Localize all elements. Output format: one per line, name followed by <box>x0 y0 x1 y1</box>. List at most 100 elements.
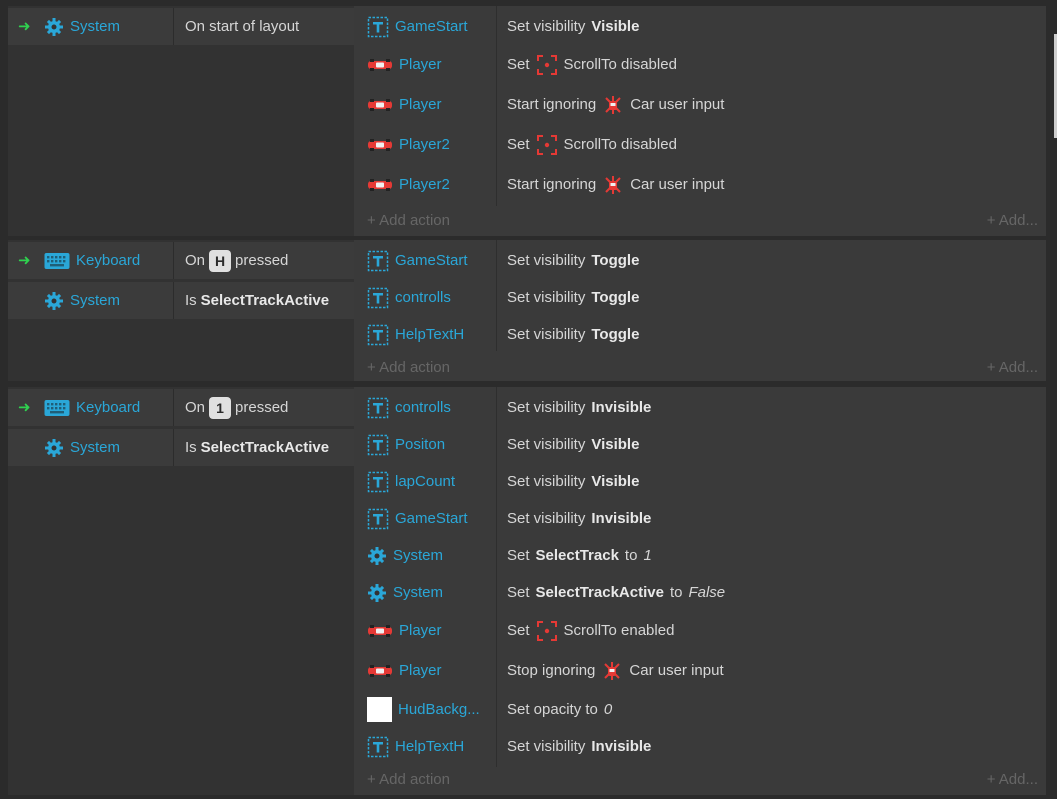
add-more-button[interactable]: + Add... <box>987 359 1038 376</box>
action-text[interactable]: Set visibility Visible <box>507 426 639 463</box>
condition-row[interactable]: ➜ Keyboard On Hpressed <box>8 242 354 279</box>
action-row[interactable]: controlls Set visibility Toggle <box>355 279 1046 316</box>
action-object-name: GameStart <box>395 252 468 269</box>
action-object[interactable]: System <box>367 574 443 611</box>
action-row[interactable]: System Set SelectTrack to 1 <box>355 537 1046 574</box>
action-object[interactable]: GameStart <box>367 500 468 537</box>
condition-row[interactable]: ➜ System On start of layout <box>8 8 354 45</box>
condition-object[interactable]: System <box>44 8 120 45</box>
action-row[interactable]: HudBackg... Set opacity to 0 <box>355 691 1046 728</box>
action-object[interactable]: Player <box>367 612 442 649</box>
action-text[interactable]: Set visibility Invisible <box>507 728 651 765</box>
add-action-button[interactable]: + Add action <box>367 771 450 788</box>
action-row[interactable]: System Set SelectTrackActive to False <box>355 574 1046 611</box>
action-row[interactable]: controlls Set visibility Invisible <box>355 389 1046 426</box>
action-object[interactable]: controlls <box>367 279 451 316</box>
condition-row[interactable]: System Is SelectTrackActive <box>8 282 354 319</box>
action-text[interactable]: Set ScrollTo disabled <box>507 46 677 83</box>
action-object[interactable]: lapCount <box>367 463 455 500</box>
action-text[interactable]: Set ScrollTo disabled <box>507 126 677 163</box>
condition-param: SelectTrackActive <box>200 292 330 309</box>
action-pre: Set <box>507 136 530 153</box>
action-pre: Set visibility <box>507 289 586 306</box>
action-row[interactable]: Player Set ScrollTo disabled <box>355 46 1046 83</box>
action-text[interactable]: Set visibility Toggle <box>507 242 639 279</box>
conditions-column: ➜ Keyboard On Hpressed System Is SelectTrackAc… <box>8 240 354 381</box>
action-object[interactable]: HelpTextH <box>367 728 464 765</box>
action-row[interactable]: GameStart Set visibility Invisible <box>355 500 1046 537</box>
condition-text[interactable]: On start of layout <box>185 8 299 45</box>
action-text[interactable]: Start ignoring Car user input <box>507 166 724 203</box>
action-text[interactable]: Set visibility Invisible <box>507 500 651 537</box>
action-pre: Set <box>507 584 530 601</box>
action-object-name: Player2 <box>399 136 450 153</box>
action-row[interactable]: GameStart Set visibility Toggle <box>355 242 1046 279</box>
condition-text[interactable]: Is SelectTrackActive <box>185 429 329 466</box>
car-behavior-icon <box>602 174 624 196</box>
action-object[interactable]: Player2 <box>367 166 450 203</box>
condition-row[interactable]: System Is SelectTrackActive <box>8 429 354 466</box>
action-text[interactable]: Set opacity to 0 <box>507 691 612 728</box>
action-row[interactable]: Player Start ignoring Car user input <box>355 86 1046 123</box>
action-text[interactable]: Set visibility Toggle <box>507 316 639 353</box>
condition-text[interactable]: On Hpressed <box>185 242 288 279</box>
action-text[interactable]: Stop ignoring Car user input <box>507 652 724 689</box>
action-row[interactable]: Player2 Set ScrollTo disabled <box>355 126 1046 163</box>
action-row[interactable]: Player2 Start ignoring Car user input <box>355 166 1046 203</box>
action-text[interactable]: Set visibility Toggle <box>507 279 639 316</box>
condition-row[interactable]: ➜ Keyboard On 1 pressed <box>8 389 354 426</box>
action-object[interactable]: GameStart <box>367 242 468 279</box>
key-badge: 1 <box>209 396 232 419</box>
action-object-name: controlls <box>395 399 451 416</box>
condition-text[interactable]: Is SelectTrackActive <box>185 282 329 319</box>
action-pre: Set opacity to <box>507 701 598 718</box>
add-more-button[interactable]: + Add... <box>987 771 1038 788</box>
action-object[interactable]: Positon <box>367 426 445 463</box>
gear-icon <box>44 438 64 458</box>
actions-column: controlls Set visibility Invisible Positon S… <box>355 387 1046 795</box>
text-object-icon <box>367 16 389 38</box>
action-text[interactable]: Set ScrollTo enabled <box>507 612 674 649</box>
action-pre: Start ignoring <box>507 96 597 113</box>
action-row[interactable]: HelpTextH Set visibility Invisible <box>355 728 1046 765</box>
action-object[interactable]: System <box>367 537 443 574</box>
condition-object-name: System <box>70 18 121 35</box>
action-object[interactable]: GameStart <box>367 8 468 45</box>
action-row[interactable]: GameStart Set visibility Visible <box>355 8 1046 45</box>
condition-object[interactable]: Keyboard <box>44 389 140 426</box>
action-row[interactable]: Positon Set visibility Visible <box>355 426 1046 463</box>
action-row[interactable]: Player Set ScrollTo enabled <box>355 612 1046 649</box>
action-object-name: System <box>393 584 444 601</box>
add-action-button[interactable]: + Add action <box>367 212 450 229</box>
action-text[interactable]: Set visibility Invisible <box>507 389 651 426</box>
condition-label: On start of layout <box>185 18 300 35</box>
condition-object[interactable]: System <box>44 429 120 466</box>
action-text[interactable]: Set SelectTrack to 1 <box>507 537 652 574</box>
action-row[interactable]: Player Stop ignoring Car user input <box>355 652 1046 689</box>
action-object-name: HelpTextH <box>395 326 465 343</box>
condition-object[interactable]: Keyboard <box>44 242 140 279</box>
action-row[interactable]: lapCount Set visibility Visible <box>355 463 1046 500</box>
add-more-button[interactable]: + Add... <box>987 212 1038 229</box>
action-row[interactable]: HelpTextH Set visibility Toggle <box>355 316 1046 353</box>
car-sprite-icon <box>367 624 393 638</box>
action-object[interactable]: Player2 <box>367 126 450 163</box>
action-object-name: HelpTextH <box>395 738 465 755</box>
action-object[interactable]: HudBackg... <box>367 691 480 728</box>
action-text[interactable]: Set visibility Visible <box>507 463 639 500</box>
action-text[interactable]: Set visibility Visible <box>507 8 639 45</box>
trigger-arrow-icon: ➜ <box>18 252 31 269</box>
action-text[interactable]: Start ignoring Car user input <box>507 86 724 123</box>
action-object[interactable]: Player <box>367 652 442 689</box>
action-object[interactable]: HelpTextH <box>367 316 464 353</box>
condition-text[interactable]: On 1 pressed <box>185 389 288 426</box>
condition-object[interactable]: System <box>44 282 120 319</box>
action-object[interactable]: controlls <box>367 389 451 426</box>
action-param: Visible <box>591 436 640 453</box>
action-object[interactable]: Player <box>367 86 442 123</box>
add-action-button[interactable]: + Add action <box>367 359 450 376</box>
action-text[interactable]: Set SelectTrackActive to False <box>507 574 725 611</box>
action-object[interactable]: Player <box>367 46 442 83</box>
car-sprite-icon <box>367 138 393 152</box>
plus-icon: + <box>367 771 380 788</box>
